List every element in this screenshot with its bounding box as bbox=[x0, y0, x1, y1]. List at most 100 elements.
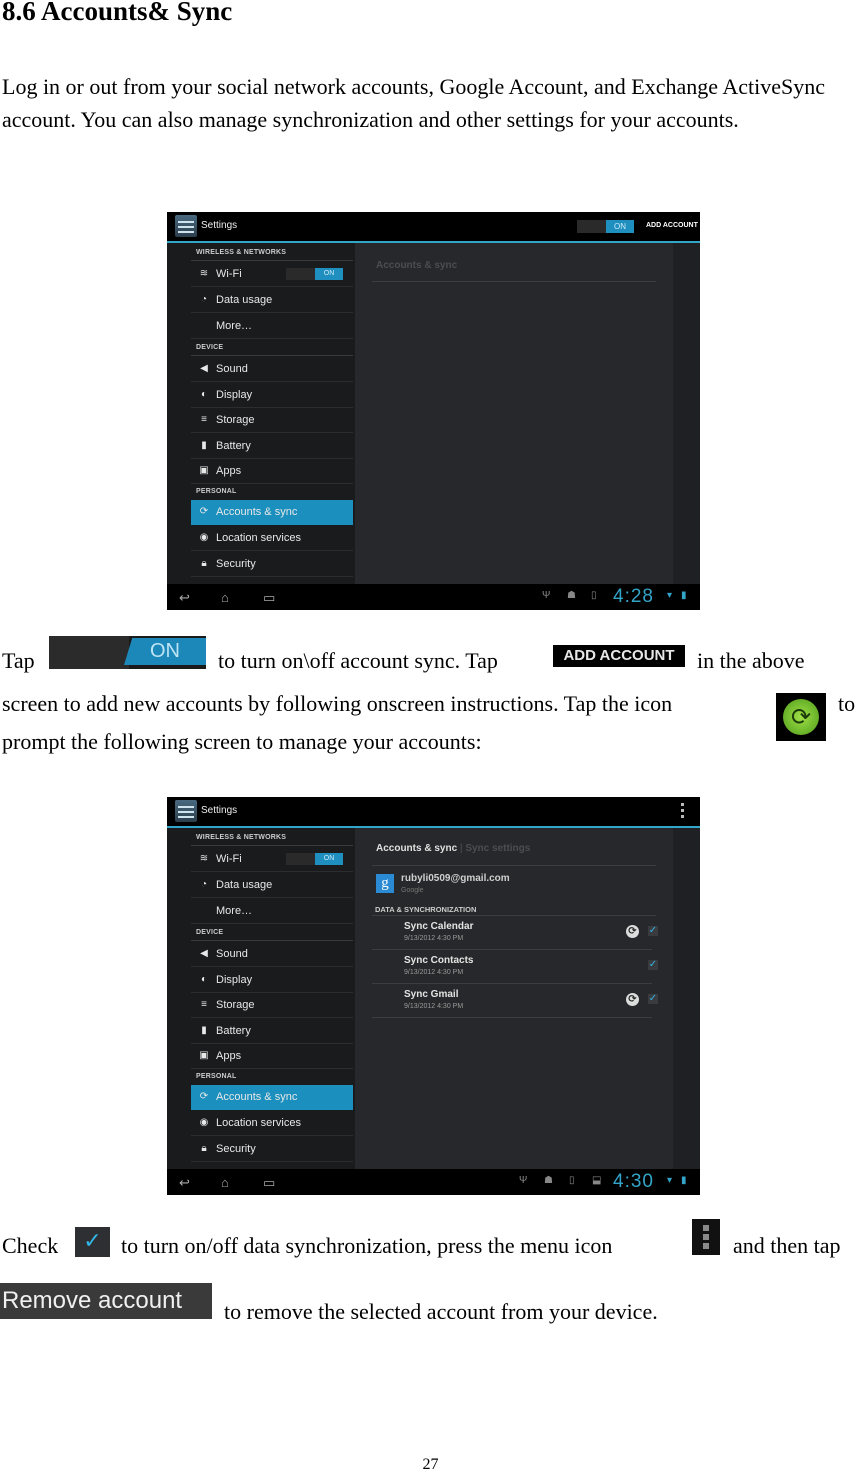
battery-icon: ▮ bbox=[201, 1025, 207, 1036]
sidebar-item-display[interactable]: ◐ Display bbox=[191, 968, 353, 993]
gutter bbox=[673, 243, 700, 584]
sync-icon: ⟳ bbox=[783, 699, 819, 735]
display-icon: ◐ bbox=[200, 389, 208, 400]
wifi-signal-icon: ▾ bbox=[667, 590, 673, 601]
gutter bbox=[673, 828, 700, 1169]
text-line3: prompt the following screen to manage yo… bbox=[2, 729, 482, 754]
sync-checkbox[interactable]: ✓ bbox=[648, 926, 658, 936]
sync-row-gmail[interactable]: Sync Gmail 9/13/2012 4:30 PM ⟳ ✓ bbox=[372, 984, 658, 1018]
sync-checkbox[interactable]: ✓ bbox=[648, 960, 658, 970]
divider bbox=[372, 865, 656, 866]
section-header: PERSONAL bbox=[196, 1073, 237, 1080]
wifi-toggle[interactable]: ON bbox=[286, 853, 343, 865]
tab-accounts-sync[interactable]: Accounts & sync bbox=[376, 843, 457, 854]
content-pane: Accounts & sync | Sync settings g rubyli… bbox=[355, 828, 673, 1169]
usb-icon: Ψ bbox=[519, 1175, 528, 1186]
sidebar-item-location[interactable]: ◉ Location services bbox=[191, 526, 353, 551]
sidebar-item-sound[interactable]: ◀ Sound bbox=[191, 357, 353, 382]
sync-row-calendar[interactable]: Sync Calendar 9/13/2012 4:30 PM ⟳ ✓ bbox=[372, 916, 658, 950]
clock: 4:30 bbox=[613, 1171, 654, 1192]
android-debug-icon: ☗ bbox=[567, 590, 576, 601]
battery-status-icon: ▮ bbox=[681, 1175, 687, 1186]
settings-sidebar: WIRELESS & NETWORKS ≋ Wi-Fi ON ◔ Data usage… bbox=[167, 243, 355, 584]
data-usage-icon: ◔ bbox=[200, 879, 208, 890]
sidebar-item-location[interactable]: ◉ Location services bbox=[191, 1111, 353, 1136]
recent-apps-icon[interactable]: ▭ bbox=[263, 590, 275, 606]
content-pane: Accounts & sync bbox=[355, 243, 673, 584]
section-heading: 8.6 Accounts& Sync bbox=[2, 0, 233, 26]
data-sync-header: DATA & SYNCHRONIZATION bbox=[375, 905, 477, 914]
system-nav-bar: ↩ ⌂ ▭ Ψ ☗ ▯ ⬓ 4:30 ▾ ▮ bbox=[167, 1169, 700, 1195]
text-in-the-above: in the above bbox=[697, 648, 805, 673]
recent-apps-icon[interactable]: ▭ bbox=[263, 1175, 275, 1191]
sync-row-contacts[interactable]: Sync Contacts 9/13/2012 4:30 PM ✓ bbox=[372, 950, 658, 984]
action-bar: Settings ON ADD ACCOUNT bbox=[167, 212, 700, 243]
text-remove-desc: to remove the selected account from your… bbox=[224, 1299, 658, 1324]
text-check: Check bbox=[2, 1233, 59, 1258]
sync-master-toggle[interactable]: ON bbox=[577, 220, 634, 233]
android-debug-icon: ☗ bbox=[544, 1175, 553, 1186]
divider bbox=[191, 355, 353, 356]
tab-sync-settings[interactable]: Sync settings bbox=[465, 843, 530, 854]
apps-icon: ▣ bbox=[199, 1050, 209, 1061]
sidebar-item-battery[interactable]: ▮ Battery bbox=[191, 1019, 353, 1044]
sidebar-item-data-usage[interactable]: ◔ Data usage bbox=[191, 873, 353, 898]
sidebar-item-apps[interactable]: ▣ Apps bbox=[191, 1044, 353, 1069]
content-title: Accounts & sync bbox=[376, 260, 458, 271]
storage-icon: ≡ bbox=[201, 999, 207, 1010]
tab-separator: | bbox=[459, 843, 463, 854]
back-icon[interactable]: ↩ bbox=[179, 590, 190, 606]
add-account-button[interactable]: ADD ACCOUNT bbox=[646, 222, 698, 229]
sidebar-item-battery[interactable]: ▮ Battery bbox=[191, 434, 353, 459]
settings-app-icon bbox=[175, 800, 197, 822]
home-icon[interactable]: ⌂ bbox=[221, 590, 229, 605]
wifi-icon: ≋ bbox=[199, 268, 209, 279]
sd-card-icon: ▯ bbox=[569, 1175, 575, 1186]
sidebar-item-apps[interactable]: ▣ Apps bbox=[191, 459, 353, 484]
wifi-toggle[interactable]: ON bbox=[286, 268, 343, 280]
action-bar: Settings bbox=[167, 797, 700, 828]
sync-checkbox[interactable]: ✓ bbox=[648, 994, 658, 1004]
google-account-icon: g bbox=[376, 874, 394, 893]
storage-icon: ≡ bbox=[201, 414, 207, 425]
sync-inline-image: ⟳ bbox=[776, 693, 826, 741]
sync-icon: ⟳ bbox=[199, 1091, 209, 1102]
remove-account-inline-image: Remove account bbox=[0, 1283, 212, 1319]
checkbox-checked-icon: ✓ bbox=[75, 1227, 110, 1257]
divider bbox=[191, 940, 353, 941]
add-account-inline-image: ADD ACCOUNT bbox=[553, 645, 685, 667]
back-icon[interactable]: ↩ bbox=[179, 1175, 190, 1191]
text-check-desc: to turn on/off data synchronization, pre… bbox=[121, 1233, 613, 1258]
sidebar-item-accounts-sync[interactable]: ⟳ Accounts & sync bbox=[191, 1085, 353, 1110]
divider bbox=[191, 845, 353, 846]
lock-icon: 🔒︎ bbox=[201, 1143, 207, 1154]
section-header: PERSONAL bbox=[196, 488, 237, 495]
settings-sidebar: WIRELESS & NETWORKS ≋ Wi-Fi ON ◔ Data usage… bbox=[167, 828, 355, 1169]
sidebar-item-data-usage[interactable]: ◔ Data usage bbox=[191, 288, 353, 313]
section-header: WIRELESS & NETWORKS bbox=[196, 834, 287, 841]
sidebar-item-security[interactable]: 🔒︎ Security bbox=[191, 1137, 353, 1162]
sidebar-item-storage[interactable]: ≡ Storage bbox=[191, 993, 353, 1018]
apps-icon: ▣ bbox=[199, 465, 209, 476]
lock-icon: 🔒︎ bbox=[201, 558, 207, 569]
settings-app-icon bbox=[175, 215, 197, 237]
sidebar-item-display[interactable]: ◐ Display bbox=[191, 383, 353, 408]
settings-screenshot-account-details: Settings WIRELESS & NETWORKS ≋ Wi-Fi ON ◔ D… bbox=[167, 797, 700, 1195]
location-icon: ◉ bbox=[199, 1117, 209, 1128]
sidebar-item-wifi[interactable]: ≋ Wi-Fi ON bbox=[191, 262, 353, 287]
sidebar-item-more[interactable]: More… bbox=[191, 899, 353, 924]
battery-status-icon: ▮ bbox=[681, 590, 687, 601]
account-email[interactable]: rubyli0509@gmail.com bbox=[401, 873, 510, 884]
overflow-menu-icon[interactable] bbox=[681, 803, 684, 819]
sidebar-item-more[interactable]: More… bbox=[191, 314, 353, 339]
sidebar-item-storage[interactable]: ≡ Storage bbox=[191, 408, 353, 433]
sidebar-item-security[interactable]: 🔒︎ Security bbox=[191, 552, 353, 577]
home-icon[interactable]: ⌂ bbox=[221, 1175, 229, 1190]
text-and-then-tap: and then tap bbox=[733, 1233, 841, 1258]
section-header: DEVICE bbox=[196, 344, 224, 351]
location-icon: ◉ bbox=[199, 532, 209, 543]
sidebar-item-sound[interactable]: ◀ Sound bbox=[191, 942, 353, 967]
sound-icon: ◀ bbox=[200, 363, 208, 374]
sidebar-item-accounts-sync[interactable]: ⟳ Accounts & sync bbox=[191, 500, 353, 525]
sidebar-item-wifi[interactable]: ≋ Wi-Fi ON bbox=[191, 847, 353, 872]
